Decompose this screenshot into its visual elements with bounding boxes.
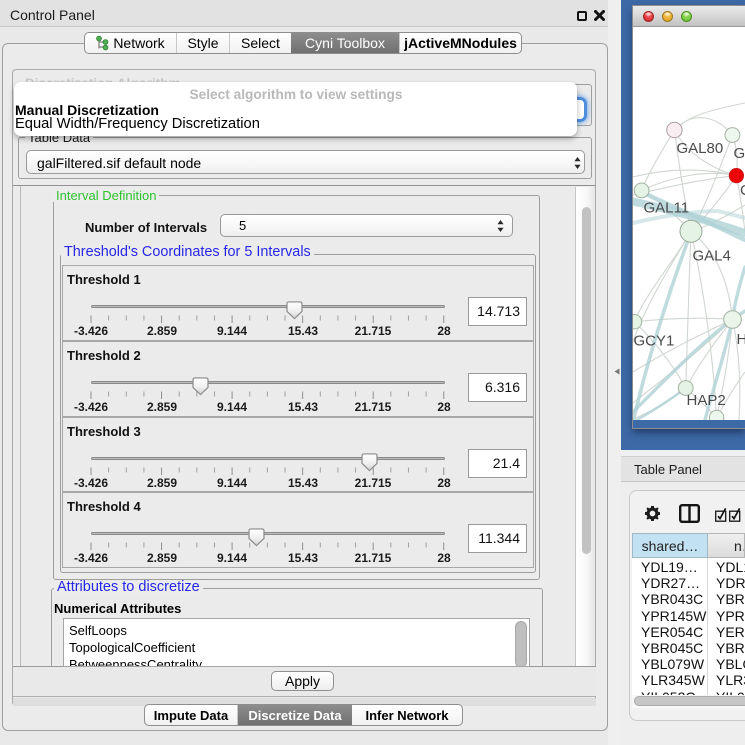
svg-text:C: C (740, 182, 745, 199)
svg-text:GAL80: GAL80 (677, 140, 724, 157)
svg-text:GCY1: GCY1 (634, 333, 675, 350)
svg-text:G…: G… (734, 145, 745, 162)
svg-text:GAL11: GAL11 (644, 200, 690, 217)
svg-text:GAL4: GAL4 (693, 248, 731, 265)
svg-text:HAP2: HAP2 (687, 392, 726, 409)
svg-text:H: H (737, 331, 745, 348)
